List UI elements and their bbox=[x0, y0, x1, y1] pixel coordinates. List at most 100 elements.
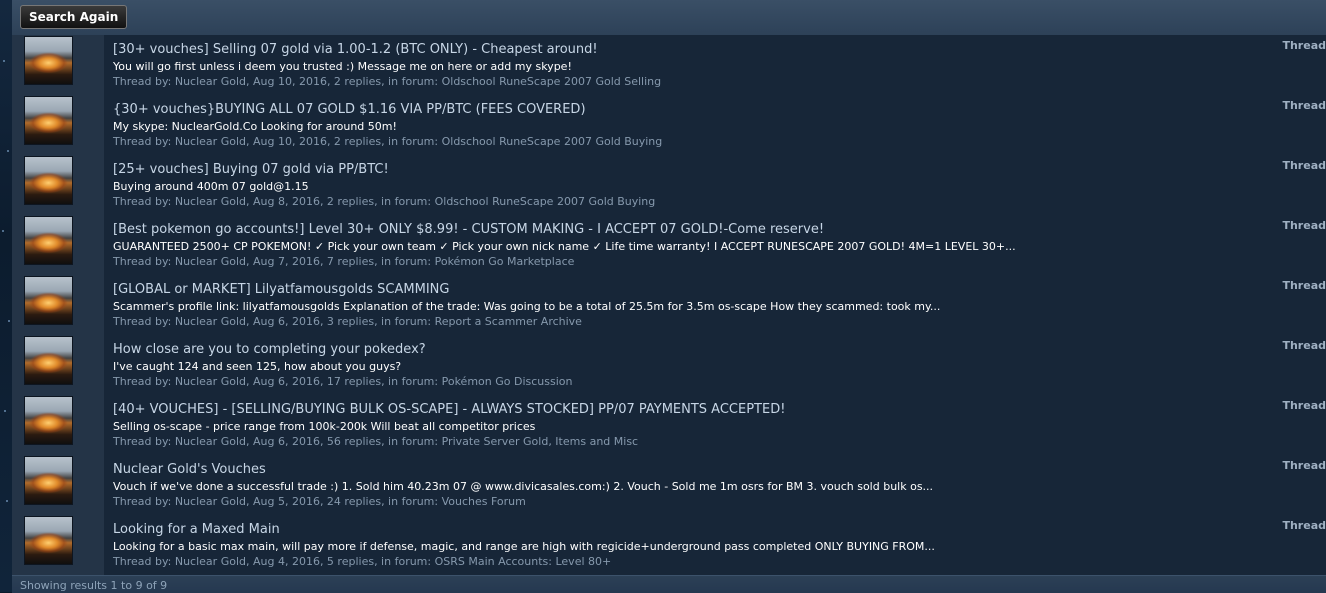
avatar[interactable] bbox=[24, 156, 73, 205]
avatar[interactable] bbox=[24, 456, 73, 505]
forum-link[interactable]: Oldschool RuneScape 2007 Gold Buying bbox=[442, 135, 663, 148]
background-star bbox=[2, 230, 4, 232]
result-row: [40+ VOUCHES] - [SELLING/BUYING BULK OS-… bbox=[12, 395, 1326, 455]
result-meta: Thread by: Nuclear Gold, Aug 10, 2016, 2… bbox=[113, 135, 662, 148]
result-snippet: My skype: NuclearGold.Co Looking for aro… bbox=[113, 120, 397, 133]
author-link[interactable]: Nuclear Gold bbox=[175, 75, 246, 88]
result-meta: Thread by: Nuclear Gold, Aug 6, 2016, 3 … bbox=[113, 315, 582, 328]
result-snippet: Vouch if we've done a successful trade :… bbox=[113, 480, 934, 493]
meta-prefix: Thread by: bbox=[113, 375, 175, 388]
result-snippet: Buying around 400m 07 gold@1.15 bbox=[113, 180, 309, 193]
result-title-link[interactable]: [GLOBAL or MARKET] Lilyatfamousgolds SCA… bbox=[113, 282, 449, 297]
author-link[interactable]: Nuclear Gold bbox=[175, 195, 246, 208]
meta-details: , Aug 7, 2016, 7 replies, in forum: bbox=[245, 255, 435, 268]
avatar-cell bbox=[12, 215, 104, 275]
meta-details: , Aug 6, 2016, 56 replies, in forum: bbox=[245, 435, 442, 448]
meta-prefix: Thread by: bbox=[113, 195, 175, 208]
result-title-link[interactable]: How close are you to completing your pok… bbox=[113, 342, 426, 357]
result-meta: Thread by: Nuclear Gold, Aug 5, 2016, 24… bbox=[113, 495, 526, 508]
result-body: {30+ vouches}BUYING ALL 07 GOLD $1.16 VI… bbox=[104, 95, 1326, 155]
author-link[interactable]: Nuclear Gold bbox=[175, 255, 246, 268]
result-snippet: I've caught 124 and seen 125, how about … bbox=[113, 360, 402, 373]
meta-prefix: Thread by: bbox=[113, 495, 175, 508]
result-body: [30+ vouches] Selling 07 gold via 1.00-1… bbox=[104, 35, 1326, 95]
page-background bbox=[0, 0, 12, 592]
content-type-label: Thread bbox=[1282, 219, 1326, 232]
results-count-text: Showing results 1 to 9 of 9 bbox=[20, 579, 168, 592]
avatar-cell bbox=[12, 95, 104, 155]
result-row: [Best pokemon go accounts!] Level 30+ ON… bbox=[12, 215, 1326, 275]
avatar[interactable] bbox=[24, 36, 73, 85]
forum-link[interactable]: Pokémon Go Discussion bbox=[442, 375, 573, 388]
meta-details: , Aug 6, 2016, 17 replies, in forum: bbox=[245, 375, 442, 388]
result-row: {30+ vouches}BUYING ALL 07 GOLD $1.16 VI… bbox=[12, 95, 1326, 155]
result-body: [GLOBAL or MARKET] Lilyatfamousgolds SCA… bbox=[104, 275, 1326, 335]
meta-prefix: Thread by: bbox=[113, 435, 175, 448]
result-title-link[interactable]: [25+ vouches] Buying 07 gold via PP/BTC! bbox=[113, 162, 389, 177]
avatar[interactable] bbox=[24, 216, 73, 265]
forum-link[interactable]: Vouches Forum bbox=[442, 495, 526, 508]
content-type-label: Thread bbox=[1282, 519, 1326, 532]
result-body: [40+ VOUCHES] - [SELLING/BUYING BULK OS-… bbox=[104, 395, 1326, 455]
avatar-cell bbox=[12, 395, 104, 455]
content-type-label: Thread bbox=[1282, 159, 1326, 172]
avatar[interactable] bbox=[24, 396, 73, 445]
result-row: Nuclear Gold's Vouches Vouch if we've don… bbox=[12, 455, 1326, 515]
search-results-list: [30+ vouches] Selling 07 gold via 1.00-1… bbox=[12, 35, 1326, 575]
result-body: Nuclear Gold's Vouches Vouch if we've don… bbox=[104, 455, 1326, 515]
result-title-link[interactable]: {30+ vouches}BUYING ALL 07 GOLD $1.16 VI… bbox=[113, 102, 586, 117]
meta-details: , Aug 10, 2016, 2 replies, in forum: bbox=[245, 135, 442, 148]
avatar-cell bbox=[12, 275, 104, 335]
author-link[interactable]: Nuclear Gold bbox=[175, 555, 246, 568]
result-body: Looking for a Maxed Main Looking for a ba… bbox=[104, 515, 1326, 575]
result-meta: Thread by: Nuclear Gold, Aug 8, 2016, 2 … bbox=[113, 195, 655, 208]
meta-details: , Aug 5, 2016, 24 replies, in forum: bbox=[245, 495, 442, 508]
meta-details: , Aug 8, 2016, 2 replies, in forum: bbox=[245, 195, 435, 208]
avatar[interactable] bbox=[24, 516, 73, 565]
result-meta: Thread by: Nuclear Gold, Aug 6, 2016, 17… bbox=[113, 375, 573, 388]
author-link[interactable]: Nuclear Gold bbox=[175, 495, 246, 508]
search-again-button[interactable]: Search Again bbox=[20, 5, 128, 29]
result-snippet: Scammer's profile link: lilyatfamousgold… bbox=[113, 300, 941, 313]
author-link[interactable]: Nuclear Gold bbox=[175, 435, 246, 448]
result-row: [25+ vouches] Buying 07 gold via PP/BTC!… bbox=[12, 155, 1326, 215]
forum-link[interactable]: OSRS Main Accounts: Level 80+ bbox=[435, 555, 612, 568]
avatar-cell bbox=[12, 515, 104, 575]
forum-link[interactable]: Report a Scammer Archive bbox=[435, 315, 582, 328]
author-link[interactable]: Nuclear Gold bbox=[175, 315, 246, 328]
avatar[interactable] bbox=[24, 336, 73, 385]
result-title-link[interactable]: Nuclear Gold's Vouches bbox=[113, 462, 266, 477]
meta-prefix: Thread by: bbox=[113, 255, 175, 268]
meta-prefix: Thread by: bbox=[113, 135, 175, 148]
search-header-bar: Search Again bbox=[12, 0, 1326, 36]
result-snippet: Selling os-scape - price range from 100k… bbox=[113, 420, 536, 433]
avatar[interactable] bbox=[24, 276, 73, 325]
avatar[interactable] bbox=[24, 96, 73, 145]
forum-link[interactable]: Oldschool RuneScape 2007 Gold Selling bbox=[442, 75, 662, 88]
result-title-link[interactable]: [40+ VOUCHES] - [SELLING/BUYING BULK OS-… bbox=[113, 402, 785, 417]
meta-prefix: Thread by: bbox=[113, 315, 175, 328]
forum-link[interactable]: Oldschool RuneScape 2007 Gold Buying bbox=[435, 195, 656, 208]
forum-link[interactable]: Private Server Gold, Items and Misc bbox=[442, 435, 639, 448]
result-row: [30+ vouches] Selling 07 gold via 1.00-1… bbox=[12, 35, 1326, 95]
forum-link[interactable]: Pokémon Go Marketplace bbox=[435, 255, 575, 268]
result-snippet: Looking for a basic max main, will pay m… bbox=[113, 540, 935, 553]
result-title-link[interactable]: Looking for a Maxed Main bbox=[113, 522, 280, 537]
author-link[interactable]: Nuclear Gold bbox=[175, 135, 246, 148]
result-title-link[interactable]: [Best pokemon go accounts!] Level 30+ ON… bbox=[113, 222, 824, 237]
result-row: Looking for a Maxed Main Looking for a ba… bbox=[12, 515, 1326, 575]
result-title-link[interactable]: [30+ vouches] Selling 07 gold via 1.00-1… bbox=[113, 42, 598, 57]
meta-details: , Aug 4, 2016, 5 replies, in forum: bbox=[245, 555, 435, 568]
result-meta: Thread by: Nuclear Gold, Aug 7, 2016, 7 … bbox=[113, 255, 574, 268]
background-star bbox=[3, 60, 5, 62]
meta-prefix: Thread by: bbox=[113, 75, 175, 88]
content-type-label: Thread bbox=[1282, 279, 1326, 292]
author-link[interactable]: Nuclear Gold bbox=[175, 375, 246, 388]
meta-details: , Aug 10, 2016, 2 replies, in forum: bbox=[245, 75, 442, 88]
avatar-cell bbox=[12, 455, 104, 515]
result-snippet: You will go first unless i deem you trus… bbox=[113, 60, 572, 73]
background-star bbox=[4, 410, 6, 412]
background-star bbox=[7, 150, 9, 152]
avatar-cell bbox=[12, 155, 104, 215]
results-footer: Showing results 1 to 9 of 9 bbox=[12, 575, 1326, 593]
